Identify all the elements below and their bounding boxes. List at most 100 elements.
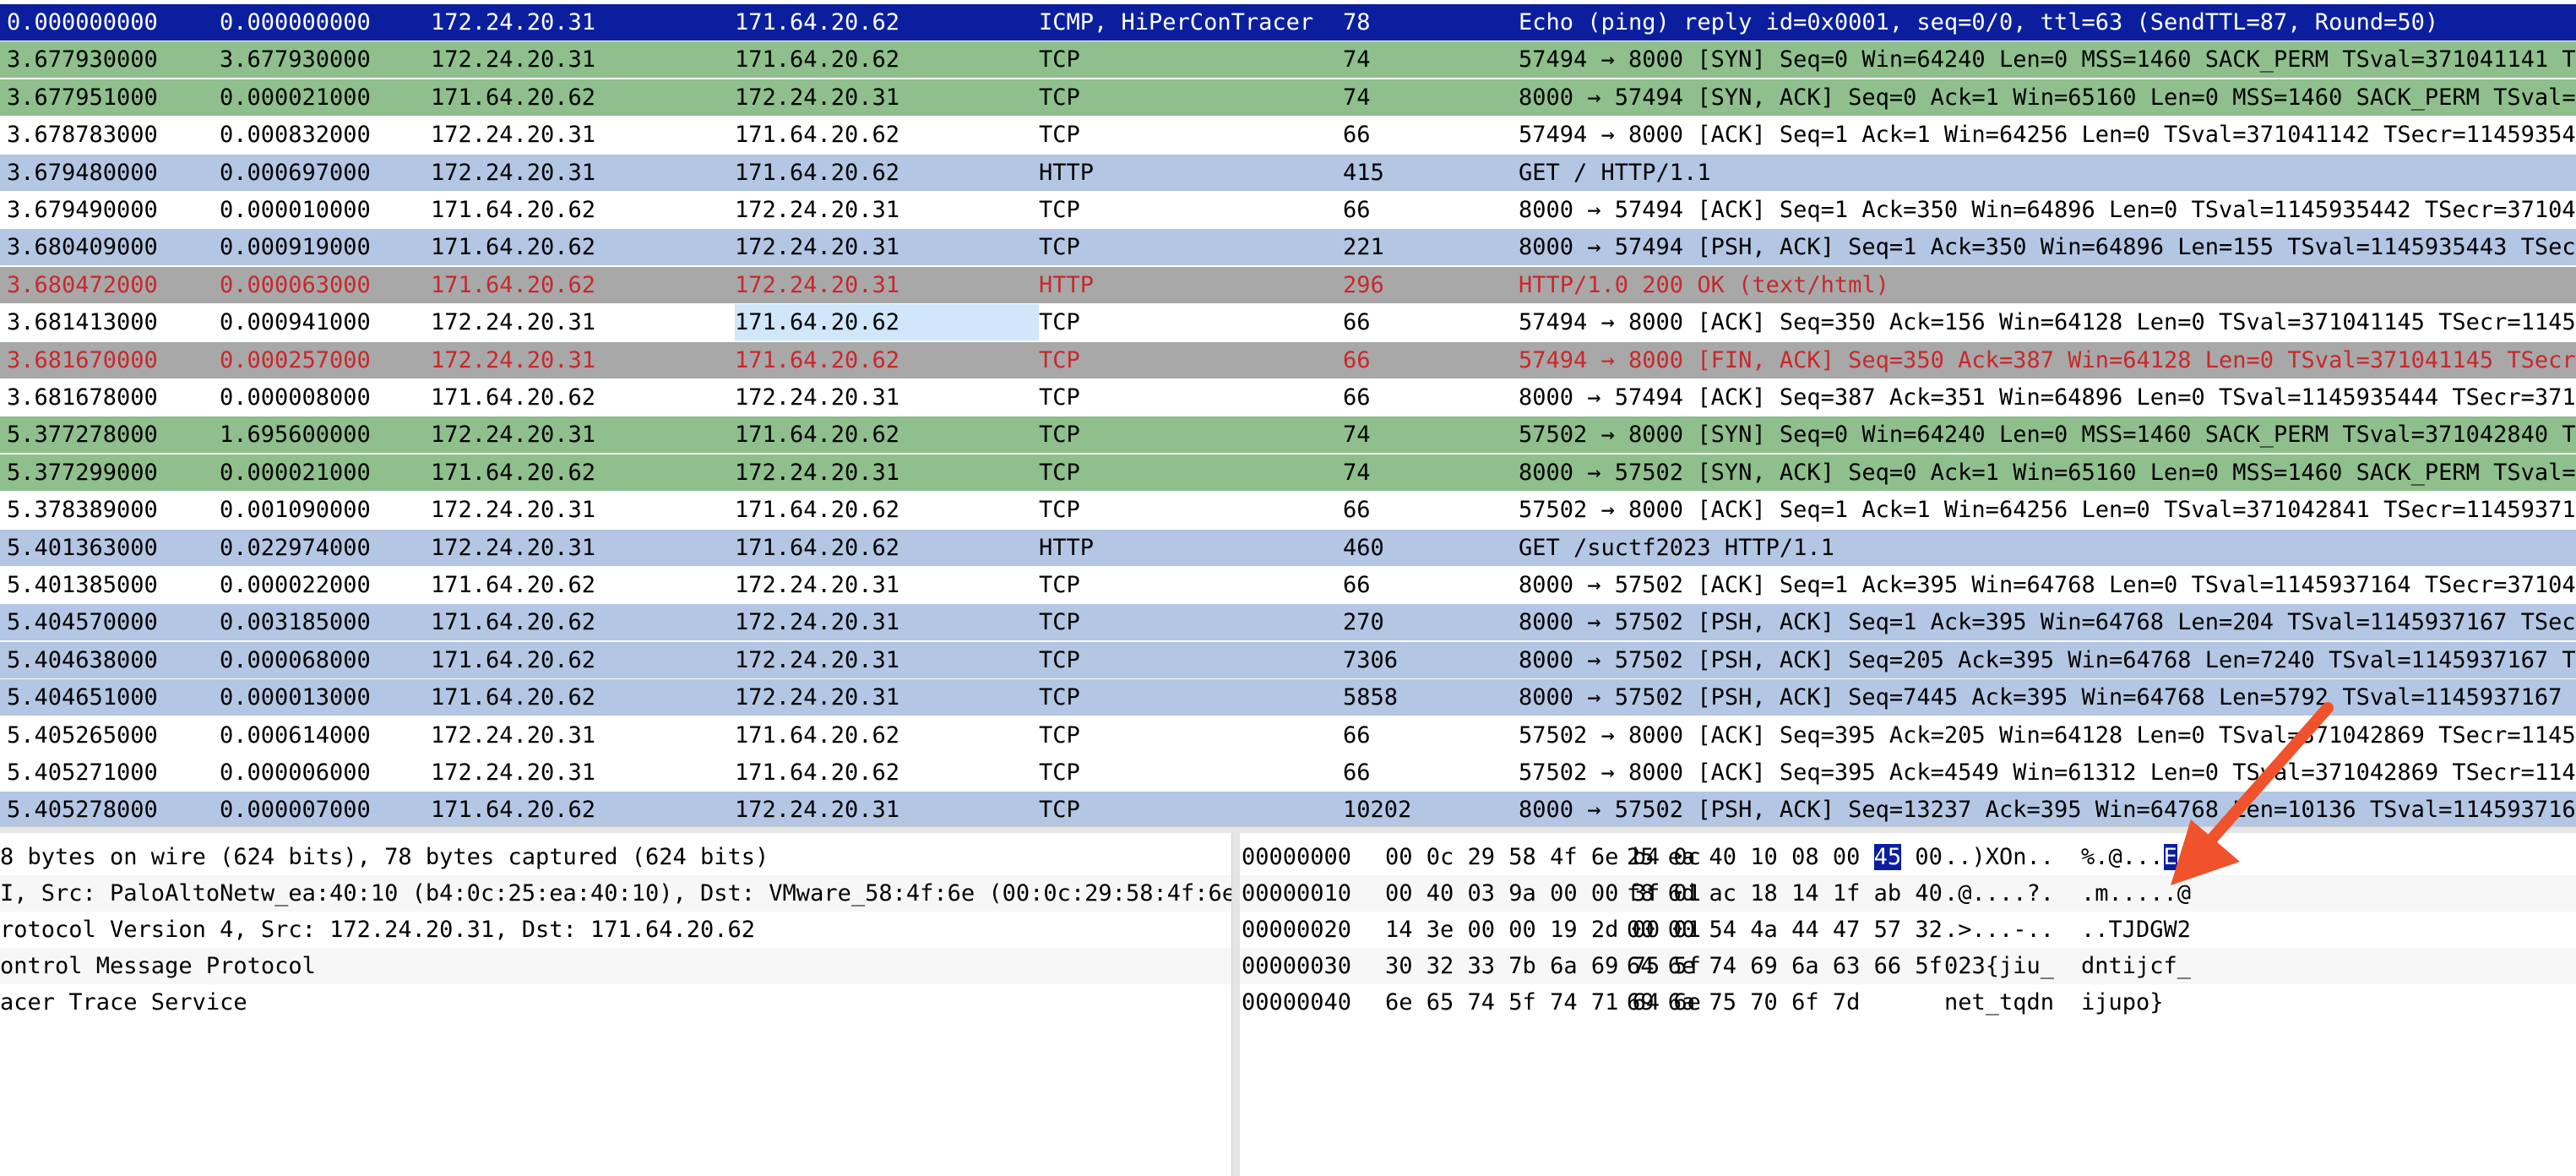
packet-row[interactable]: 5.401385000 0.000022000 171.64.20.62 172.24… [0, 567, 2576, 603]
col-source-cell: 171.64.20.62 [431, 384, 596, 411]
packet-row[interactable]: 3.681678000 0.000008000 171.64.20.62 172.24… [0, 379, 2576, 416]
col-protocol-cell: TCP [1039, 422, 1080, 449]
packet-row[interactable]: 3.677930000 3.677930000 172.24.20.31 171.64… [0, 41, 2576, 79]
col-destination-cell: 171.64.20.62 [735, 497, 900, 524]
col-source-cell: 172.24.20.31 [431, 534, 596, 561]
bytes-hex-highlight: 45 [1873, 844, 1902, 870]
packet-row[interactable]: 3.680472000 0.000063000 171.64.20.62 172.24… [0, 266, 2576, 303]
packet-row[interactable]: 5.405278000 0.000007000 171.64.20.62 172.24… [0, 792, 2576, 826]
col-protocol-cell: ICMP, HiPerConTracer [1039, 9, 1314, 35]
bytes-ascii-group: ..)XOn.. [1944, 844, 2055, 870]
col-source-cell: 171.64.20.62 [431, 197, 596, 223]
bytes-row[interactable]: 00000000 00 0c 29 58 4f 6e b4 0c 25 ea 40 … [1240, 839, 2576, 875]
packet-row[interactable]: 5.405271000 0.000006000 172.24.20.31 171.64… [0, 754, 2576, 791]
packet-row[interactable]: 5.404638000 0.000068000 171.64.20.62 172.24… [0, 641, 2576, 678]
col-destination-cell: 171.64.20.62 [735, 422, 900, 449]
col-info-cell: 8000 → 57494 [SYN, ACK] Seq=0 Ack=1 Win=… [1519, 84, 2576, 111]
col-info-cell: GET / HTTP/1.1 [1519, 159, 1711, 186]
col-destination-cell: 172.24.20.31 [735, 234, 900, 261]
detail-tree-item[interactable]: rotocol Version 4, Src: 172.24.20.31, Ds… [0, 912, 1231, 948]
col-no-cell: 5.401363000 [7, 534, 158, 561]
col-protocol-cell: TCP [1039, 760, 1080, 786]
bytes-ascii-group: %.@... [2081, 844, 2164, 870]
col-source-cell: 172.24.20.31 [431, 497, 596, 524]
col-info-cell: 8000 → 57502 [SYN, ACK] Seq=0 Ack=1 Win=… [1519, 459, 2576, 486]
col-no-cell: 5.377299000 [7, 459, 158, 486]
col-protocol-cell: TCP [1039, 721, 1080, 749]
bytes-hex-group: f8 6d ac 18 14 1f ab 40 [1627, 880, 1943, 906]
col-time-cell: 0.000257000 [220, 346, 371, 373]
bytes-row[interactable]: 00000010 00 40 03 9a 00 00 3f 01 f8 6d ac … [1240, 875, 2576, 912]
col-time-cell: 3.677930000 [220, 46, 371, 74]
col-destination-cell: 172.24.20.31 [735, 797, 900, 824]
col-time-cell: 0.000007000 [220, 797, 371, 824]
col-no-cell: 3.678783000 [7, 122, 158, 149]
col-protocol-cell: TCP [1039, 684, 1080, 711]
col-source-cell: 172.24.20.31 [431, 159, 596, 186]
col-no-cell: 5.405271000 [7, 760, 158, 786]
packet-row[interactable]: 5.404651000 0.000013000 171.64.20.62 172.24… [0, 679, 2576, 716]
packet-list[interactable]: 0.000000000 0.000000000 172.24.20.31 171.64… [0, 0, 2576, 826]
packet-row[interactable]: 3.681670000 0.000257000 172.24.20.31 171.64… [0, 341, 2576, 378]
bytes-ascii-group: .m.....@ [2081, 880, 2192, 906]
packet-row[interactable]: 3.681413000 0.000941000 172.24.20.31 171.64… [0, 304, 2576, 341]
col-source-cell: 171.64.20.62 [431, 572, 596, 598]
packet-row-selected[interactable]: 0.000000000 0.000000000 172.24.20.31 171.64… [0, 4, 2576, 41]
col-protocol-cell: TCP [1039, 384, 1080, 411]
packet-row[interactable]: 5.378389000 0.001090000 172.24.20.31 171.64… [0, 492, 2576, 529]
col-info-cell: 57502 → 8000 [ACK] Seq=395 Ack=4549 Win=… [1519, 760, 2576, 786]
detail-tree-item[interactable]: ontrol Message Protocol [0, 948, 1231, 984]
bytes-offset: 00000020 [1242, 917, 1352, 943]
packet-row[interactable]: 5.377299000 0.000021000 171.64.20.62 172.24… [0, 454, 2576, 491]
col-no-cell: 3.681678000 [7, 384, 158, 411]
col-destination-cell: 171.64.20.62 [735, 9, 900, 35]
bytes-ascii-group: 023{jiu_ [1944, 953, 2055, 979]
col-no-cell: 5.378389000 [7, 497, 158, 524]
packet-row[interactable]: 5.377278000 1.695600000 172.24.20.31 171.64… [0, 416, 2576, 454]
detail-tree-item[interactable]: 8 bytes on wire (624 bits), 78 bytes cap… [0, 839, 1231, 875]
bytes-row[interactable]: 00000020 14 3e 00 00 19 2d 00 01 00 00 54 … [1240, 912, 2576, 948]
col-destination-cell: 172.24.20.31 [735, 84, 900, 111]
bytes-row[interactable]: 00000040 6e 65 74 5f 74 71 64 6e 69 6a 75 … [1240, 984, 2576, 1021]
col-source-cell: 171.64.20.62 [431, 797, 596, 824]
col-source-cell: 172.24.20.31 [431, 422, 596, 449]
packet-bytes-pane[interactable]: 00000000 00 0c 29 58 4f 6e b4 0c 25 ea 40 … [1240, 833, 2576, 1176]
col-source-cell: 172.24.20.31 [431, 46, 596, 74]
col-time-cell: 0.000006000 [220, 760, 371, 786]
col-destination-cell: 172.24.20.31 [735, 646, 900, 673]
packet-row[interactable]: 3.679490000 0.000010000 171.64.20.62 172.24… [0, 192, 2576, 228]
col-time-cell: 0.022974000 [220, 534, 371, 561]
col-source-cell: 171.64.20.62 [431, 646, 596, 673]
col-time-cell: 0.000022000 [220, 572, 371, 598]
col-info-cell: 8000 → 57494 [ACK] Seq=387 Ack=351 Win=6… [1519, 384, 2576, 411]
col-info-cell: 8000 → 57502 [PSH, ACK] Seq=13237 Ack=39… [1519, 797, 2576, 824]
packet-row[interactable]: 3.678783000 0.000832000 172.24.20.31 171.64… [0, 117, 2576, 154]
col-source-cell: 172.24.20.31 [431, 122, 596, 149]
bytes-ascii-highlight: E [2163, 844, 2177, 870]
col-destination-cell: 171.64.20.62 [735, 760, 900, 786]
detail-tree-item[interactable]: I, Src: PaloAltoNetw_ea:40:10 (b4:0c:25:… [0, 875, 1231, 912]
col-protocol-cell: TCP [1039, 46, 1080, 74]
packet-row[interactable]: 5.405265000 0.000614000 172.24.20.31 171.64… [0, 716, 2576, 754]
bytes-ascii-group: .@....?. [1944, 880, 2055, 906]
packet-row[interactable]: 5.401363000 0.022974000 172.24.20.31 171.64… [0, 529, 2576, 566]
col-no-cell: 3.681670000 [7, 346, 158, 373]
detail-tree-item[interactable]: acer Trace Service [0, 984, 1231, 1021]
col-info-cell: 8000 → 57502 [ACK] Seq=1 Ack=395 Win=647… [1519, 572, 2576, 598]
col-no-cell: 3.681413000 [7, 309, 158, 336]
col-no-cell: 5.377278000 [7, 422, 158, 449]
col-no-cell: 5.405265000 [7, 721, 158, 749]
bytes-hex-group: 69 6a 75 70 6f 7d [1627, 989, 1861, 1015]
packet-row[interactable]: 3.680409000 0.000919000 171.64.20.62 172.24… [0, 229, 2576, 266]
col-source-cell: 171.64.20.62 [431, 271, 596, 298]
bytes-row[interactable]: 00000030 30 32 33 7b 6a 69 75 5f 64 6e 74 … [1240, 948, 2576, 984]
packet-details-pane[interactable]: 8 bytes on wire (624 bits), 78 bytes cap… [0, 833, 1231, 1176]
col-destination-cell: 172.24.20.31 [735, 384, 900, 411]
packet-row[interactable]: 5.404570000 0.003185000 171.64.20.62 172.24… [0, 604, 2576, 641]
packet-row[interactable]: 3.677951000 0.000021000 171.64.20.62 172.24… [0, 79, 2576, 116]
col-destination-cell: 172.24.20.31 [735, 684, 900, 711]
col-destination-cell: 172.24.20.31 [735, 572, 900, 598]
col-info-cell: 8000 → 57494 [ACK] Seq=1 Ack=350 Win=648… [1519, 197, 2576, 223]
packet-row[interactable]: 3.679480000 0.000697000 172.24.20.31 171.64… [0, 154, 2576, 191]
bytes-hex-group: 64 6e 74 69 6a 63 66 5f [1627, 953, 1943, 979]
